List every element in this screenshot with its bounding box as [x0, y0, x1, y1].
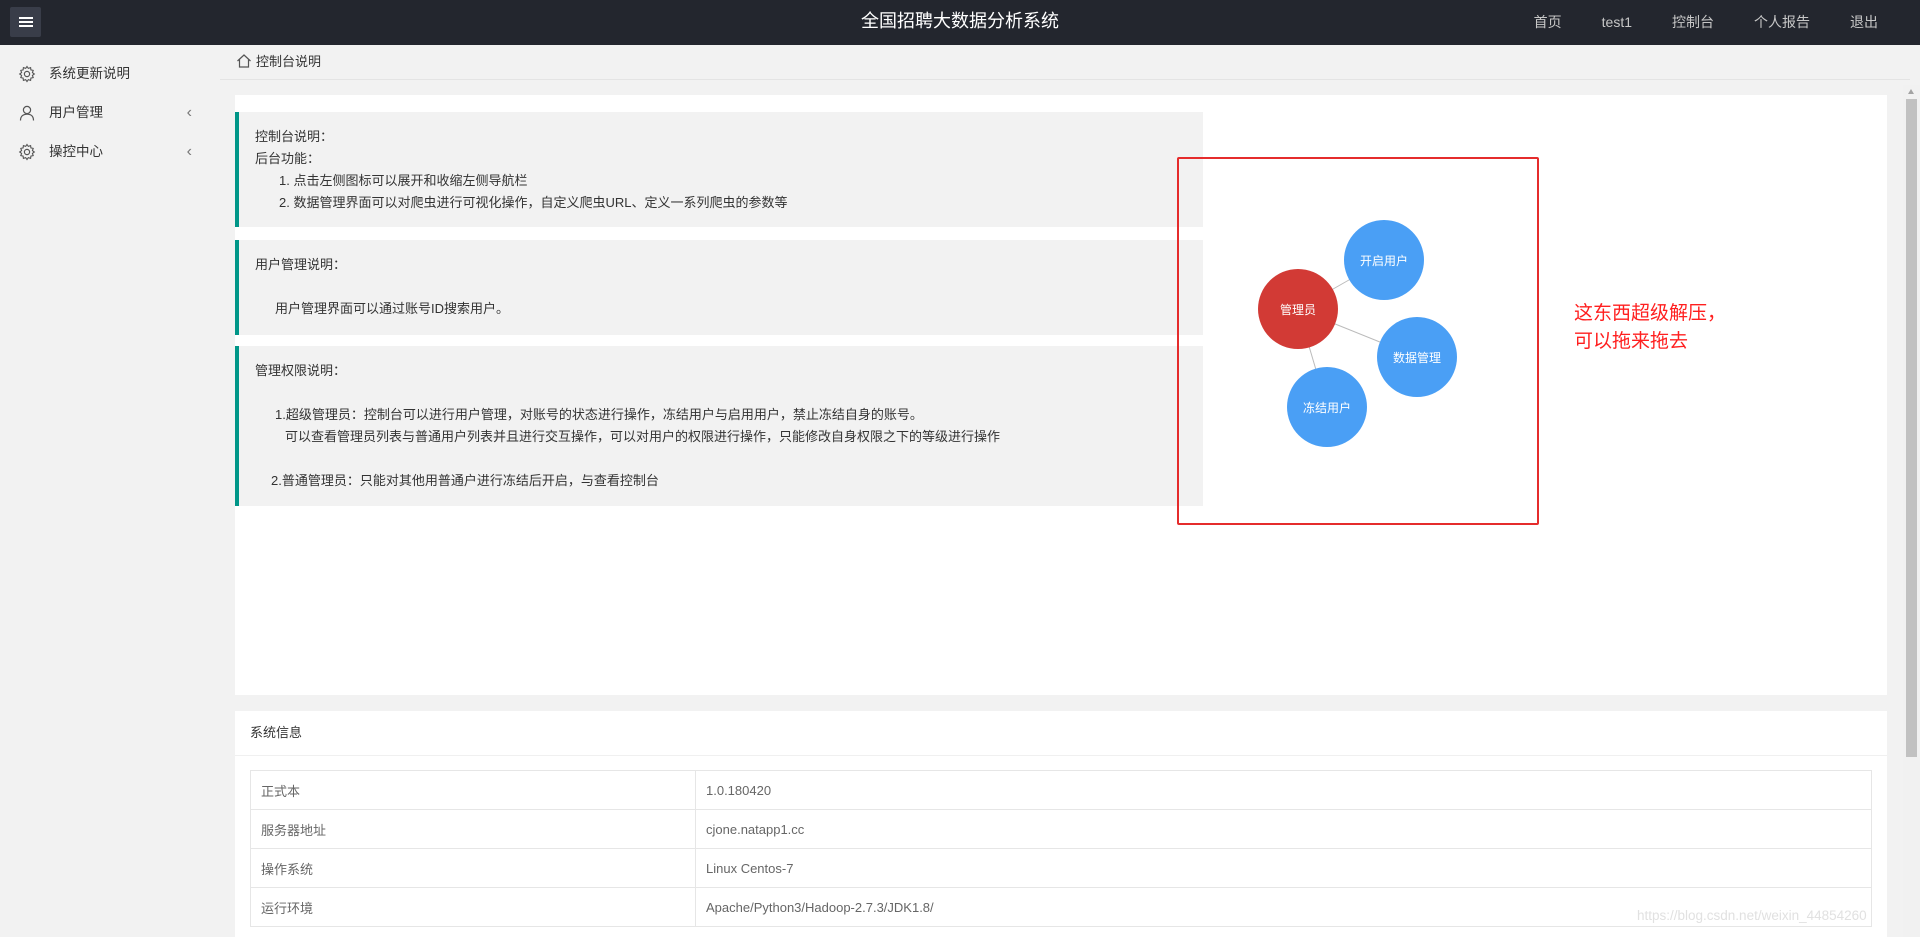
sidebar-item-label: 系统更新说明	[49, 66, 130, 81]
menu-toggle-button[interactable]	[10, 7, 41, 37]
sidebar-item-user-management[interactable]: 用户管理 ‹	[0, 93, 220, 132]
table-cell-key: 正式本	[250, 770, 696, 810]
graph-node-label: 数据管理	[1393, 350, 1441, 365]
nav-user-link[interactable]: test1	[1602, 0, 1632, 45]
graph-node-freeze-user[interactable]: 冻结用户	[1287, 367, 1367, 447]
sidebar-item-update-notes[interactable]: 系统更新说明	[0, 54, 220, 93]
graph-node-label: 开启用户	[1360, 253, 1408, 268]
sidebar-item-control-center[interactable]: 操控中心 ‹	[0, 132, 220, 171]
table-row: 操作系统 Linux Centos-7	[250, 848, 1872, 888]
note-subtitle: 后台功能：	[255, 151, 321, 166]
main-panel: 控制台说明： 后台功能： 1. 点击左侧图标可以展开和收缩左侧导航栏 2. 数据…	[235, 95, 1887, 695]
top-nav: 首页 test1 控制台 个人报告 退出	[1494, 0, 1878, 45]
hamburger-icon	[18, 17, 33, 27]
graph-node-admin[interactable]: 管理员	[1258, 269, 1338, 349]
top-bar: 全国招聘大数据分析系统 首页 test1 控制台 个人报告 退出	[0, 0, 1920, 45]
table-cell-value: 1.0.180420	[695, 770, 1872, 810]
system-info-table: 正式本 1.0.180420 服务器地址 cjone.natapp1.cc 操作…	[250, 770, 1872, 927]
permissions-note: 管理权限说明： 1.超级管理员：控制台可以进行用户管理，对账号的状态进行操作，冻…	[235, 346, 1203, 506]
note-body: 用户管理界面可以通过账号ID搜索用户。	[275, 301, 510, 316]
table-cell-value: Linux Centos-7	[695, 848, 1872, 888]
note-title: 用户管理说明：	[255, 257, 347, 272]
scrollbar-thumb[interactable]	[1906, 99, 1917, 757]
note-title: 控制台说明：	[255, 129, 334, 144]
nav-report-link[interactable]: 个人报告	[1754, 0, 1810, 45]
table-row: 正式本 1.0.180420	[250, 770, 1872, 810]
table-cell-key: 操作系统	[250, 848, 696, 888]
system-info-card: 系统信息 正式本 1.0.180420 服务器地址 cjone.natapp1.…	[235, 711, 1887, 937]
vertical-scrollbar[interactable]	[1903, 85, 1920, 937]
note-line: 1.超级管理员：控制台可以进行用户管理，对账号的状态进行操作，冻结用户与启用用户…	[275, 407, 923, 422]
system-info-title: 系统信息	[250, 725, 303, 740]
table-cell-value: cjone.natapp1.cc	[695, 809, 1872, 849]
breadcrumb-current: 控制台说明	[256, 54, 322, 69]
graph-node-enable-user[interactable]: 开启用户	[1344, 220, 1424, 300]
breadcrumb: 控制台说明	[220, 45, 1910, 80]
sidebar: 系统更新说明 用户管理 ‹ 操控中心 ‹	[0, 45, 220, 937]
annotation-text: 这东西超级解压， 可以拖来拖去	[1574, 300, 1774, 356]
note-item: 2. 数据管理界面可以对爬虫进行可视化操作，自定义爬虫URL、定义一系列爬虫的参…	[279, 195, 788, 210]
relationship-graph[interactable]: 管理员 开启用户 数据管理 冻结用户	[1177, 157, 1539, 525]
graph-node-label: 冻结用户	[1303, 400, 1351, 415]
watermark-text: https://blog.csdn.net/weixin_44854260	[1637, 908, 1867, 923]
nav-console-link[interactable]: 控制台	[1672, 0, 1714, 45]
note-line: 可以查看管理员列表与普通用户列表并且进行交互操作，可以对用户的权限进行操作，只能…	[285, 429, 1001, 444]
graph-node-data-management[interactable]: 数据管理	[1377, 317, 1457, 397]
sidebar-item-label: 操控中心	[49, 144, 103, 159]
chevron-left-icon: ‹	[186, 104, 192, 121]
home-icon[interactable]	[236, 53, 252, 69]
note-title: 管理权限说明：	[255, 363, 347, 378]
graph-node-label: 管理员	[1280, 302, 1316, 317]
chevron-left-icon: ‹	[186, 143, 192, 160]
annotation-line: 可以拖来拖去	[1574, 331, 1689, 352]
table-cell-key: 服务器地址	[250, 809, 696, 849]
nav-home-link[interactable]: 首页	[1534, 0, 1562, 45]
divider	[235, 755, 1887, 756]
table-row: 服务器地址 cjone.natapp1.cc	[250, 809, 1872, 849]
table-cell-key: 运行环境	[250, 887, 696, 927]
user-management-note: 用户管理说明： 用户管理界面可以通过账号ID搜索用户。	[235, 240, 1203, 335]
gear-icon	[18, 143, 36, 161]
gear-icon	[18, 65, 36, 83]
sidebar-item-label: 用户管理	[49, 105, 103, 120]
table-row: 运行环境 Apache/Python3/Hadoop-2.7.3/JDK1.8/	[250, 887, 1872, 927]
annotation-line: 这东西超级解压，	[1574, 303, 1727, 324]
user-icon	[19, 105, 35, 121]
nav-logout-link[interactable]: 退出	[1850, 0, 1878, 45]
note-line: 2.普通管理员：只能对其他用普通户进行冻结后开启，与查看控制台	[271, 473, 659, 488]
scroll-up-arrow-icon[interactable]	[1908, 89, 1914, 94]
console-note: 控制台说明： 后台功能： 1. 点击左侧图标可以展开和收缩左侧导航栏 2. 数据…	[235, 112, 1203, 227]
note-item: 1. 点击左侧图标可以展开和收缩左侧导航栏	[279, 173, 528, 188]
